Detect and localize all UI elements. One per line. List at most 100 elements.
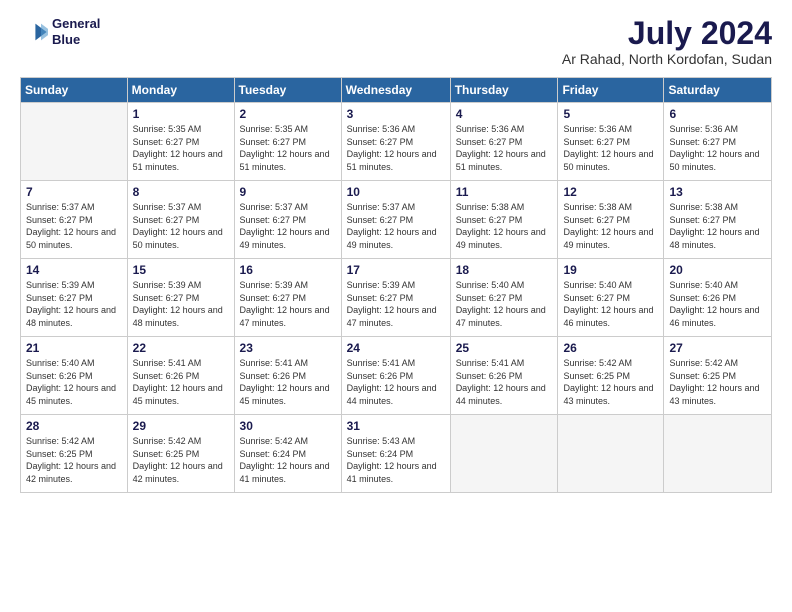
- calendar-cell: 8 Sunrise: 5:37 AMSunset: 6:27 PMDaylight…: [127, 181, 234, 259]
- sunrise-label: Sunrise: 5:39 AM: [240, 280, 309, 290]
- calendar-table: SundayMondayTuesdayWednesdayThursdayFrid…: [20, 77, 772, 493]
- day-number: 26: [563, 341, 658, 355]
- sunset-label: Sunset: 6:27 PM: [26, 215, 93, 225]
- sunrise-label: Sunrise: 5:35 AM: [240, 124, 309, 134]
- daylight-label: Daylight: 12 hours and 42 minutes.: [26, 461, 116, 484]
- calendar-cell: 10Sunrise: 5:37 AMSunset: 6:27 PMDayligh…: [341, 181, 450, 259]
- sunset-label: Sunset: 6:27 PM: [133, 137, 200, 147]
- sunset-label: Sunset: 6:27 PM: [563, 137, 630, 147]
- day-number: 8: [133, 185, 229, 199]
- calendar-cell: 15Sunrise: 5:39 AMSunset: 6:27 PMDayligh…: [127, 259, 234, 337]
- day-number: 21: [26, 341, 122, 355]
- sunrise-label: Sunrise: 5:42 AM: [26, 436, 95, 446]
- sunrise-label: Sunrise: 5:41 AM: [347, 358, 416, 368]
- day-info: Sunrise: 5:38 AMSunset: 6:27 PMDaylight:…: [456, 201, 553, 251]
- sunset-label: Sunset: 6:26 PM: [456, 371, 523, 381]
- day-number: 1: [133, 107, 229, 121]
- day-number: 28: [26, 419, 122, 433]
- sunrise-label: Sunrise: 5:42 AM: [669, 358, 738, 368]
- sunrise-label: Sunrise: 5:36 AM: [347, 124, 416, 134]
- sunrise-label: Sunrise: 5:37 AM: [26, 202, 95, 212]
- sunset-label: Sunset: 6:25 PM: [669, 371, 736, 381]
- sunset-label: Sunset: 6:27 PM: [669, 215, 736, 225]
- sunrise-label: Sunrise: 5:42 AM: [133, 436, 202, 446]
- calendar-cell: 4Sunrise: 5:36 AMSunset: 6:27 PMDaylight…: [450, 103, 558, 181]
- sunrise-label: Sunrise: 5:38 AM: [456, 202, 525, 212]
- col-header-wednesday: Wednesday: [341, 78, 450, 103]
- calendar-cell: 9Sunrise: 5:37 AMSunset: 6:27 PMDaylight…: [234, 181, 341, 259]
- day-info: Sunrise: 5:42 AM Sunset: 6:25 PM Daylight:…: [26, 435, 122, 485]
- sunrise-label: Sunrise: 5:42 AM: [563, 358, 632, 368]
- calendar-cell: 29 Sunrise: 5:42 AM Sunset: 6:25 PM Dayligh…: [127, 415, 234, 493]
- calendar-cell: 25Sunrise: 5:41 AMSunset: 6:26 PMDayligh…: [450, 337, 558, 415]
- calendar-cell: 1 Sunrise: 5:35 AMSunset: 6:27 PMDaylight…: [127, 103, 234, 181]
- sunrise-label: Sunrise: 5:39 AM: [347, 280, 416, 290]
- day-info: Sunrise: 5:41 AMSunset: 6:26 PMDaylight:…: [133, 357, 229, 407]
- day-info: Sunrise: 5:39 AM Sunset: 6:27 PM Daylight:…: [240, 279, 336, 329]
- sunset-label: Sunset: 6:25 PM: [26, 449, 93, 459]
- sunrise-label: Sunrise: 5:40 AM: [669, 280, 738, 290]
- sunrise-label: Sunrise: 5:37 AM: [133, 202, 202, 212]
- calendar-cell: 7Sunrise: 5:37 AMSunset: 6:27 PMDaylight…: [21, 181, 128, 259]
- day-number: 30: [240, 419, 336, 433]
- daylight-label: Daylight: 12 hours and 42 minutes.: [133, 461, 223, 484]
- calendar-header-row: SundayMondayTuesdayWednesdayThursdayFrid…: [21, 78, 772, 103]
- day-info: Sunrise: 5:36 AMSunset: 6:27 PMDaylight:…: [669, 123, 766, 173]
- sunrise-label: Sunrise: 5:40 AM: [456, 280, 525, 290]
- calendar-cell: 24Sunrise: 5:41 AMSunset: 6:26 PMDayligh…: [341, 337, 450, 415]
- col-header-friday: Friday: [558, 78, 664, 103]
- calendar-cell: 11Sunrise: 5:38 AMSunset: 6:27 PMDayligh…: [450, 181, 558, 259]
- day-number: 12: [563, 185, 658, 199]
- day-info: Sunrise: 5:39 AMSunset: 6:27 PMDaylight:…: [26, 279, 122, 329]
- sunset-label: Sunset: 6:26 PM: [347, 371, 414, 381]
- calendar-cell: 18Sunrise: 5:40 AMSunset: 6:27 PMDayligh…: [450, 259, 558, 337]
- sunrise-label: Sunrise: 5:38 AM: [563, 202, 632, 212]
- day-info: Sunrise: 5:40 AMSunset: 6:26 PMDaylight:…: [26, 357, 122, 407]
- logo: General Blue: [20, 16, 100, 47]
- sunset-label: Sunset: 6:26 PM: [133, 371, 200, 381]
- sunset-label: Sunset: 6:27 PM: [26, 293, 93, 303]
- sunset-label: Sunset: 6:26 PM: [240, 371, 307, 381]
- sunset-label: Sunset: 6:27 PM: [240, 293, 307, 303]
- calendar-cell: 2Sunrise: 5:35 AMSunset: 6:27 PMDaylight…: [234, 103, 341, 181]
- sunrise-label: Sunrise: 5:43 AM: [347, 436, 416, 446]
- day-number: 4: [456, 107, 553, 121]
- calendar-cell: 23Sunrise: 5:41 AMSunset: 6:26 PMDayligh…: [234, 337, 341, 415]
- day-info: Sunrise: 5:35 AMSunset: 6:27 PMDaylight:…: [133, 123, 229, 173]
- sunrise-label: Sunrise: 5:38 AM: [669, 202, 738, 212]
- calendar-cell: 16Sunrise: 5:39 AMSunset: 6:27 PMDayligh…: [234, 259, 341, 337]
- day-number: 29: [133, 419, 229, 433]
- logo-text: General Blue: [52, 16, 100, 47]
- daylight-label: Daylight: 12 hours and 51 minutes.: [347, 149, 437, 172]
- sunset-label: Sunset: 6:27 PM: [456, 215, 523, 225]
- col-header-sunday: Sunday: [21, 78, 128, 103]
- day-info: Sunrise: 5:37 AMSunset: 6:27 PMDaylight:…: [347, 201, 445, 251]
- sunset-label: Sunset: 6:27 PM: [347, 137, 414, 147]
- calendar-cell: 27Sunrise: 5:42 AMSunset: 6:25 PMDayligh…: [664, 337, 772, 415]
- subtitle: Ar Rahad, North Kordofan, Sudan: [562, 51, 772, 67]
- sunrise-label: Sunrise: 5:40 AM: [26, 358, 95, 368]
- sunrise-label: Sunrise: 5:39 AM: [133, 280, 202, 290]
- title-block: July 2024 Ar Rahad, North Kordofan, Suda…: [562, 16, 772, 67]
- sunset-label: Sunset: 6:27 PM: [669, 137, 736, 147]
- day-info: Sunrise: 5:38 AMSunset: 6:27 PMDaylight:…: [669, 201, 766, 251]
- day-number: 22: [133, 341, 229, 355]
- daylight-label: Daylight: 12 hours and 51 minutes.: [133, 149, 223, 172]
- day-number: 6: [669, 107, 766, 121]
- sunset-label: Sunset: 6:25 PM: [563, 371, 630, 381]
- sunset-label: Sunset: 6:25 PM: [133, 449, 200, 459]
- sunset-label: Sunset: 6:27 PM: [347, 293, 414, 303]
- daylight-label: Daylight: 12 hours and 51 minutes.: [456, 149, 546, 172]
- calendar-cell: 28 Sunrise: 5:42 AM Sunset: 6:25 PM Dayligh…: [21, 415, 128, 493]
- logo-line1: General: [52, 16, 100, 32]
- calendar-cell: 30Sunrise: 5:42 AMSunset: 6:24 PMDayligh…: [234, 415, 341, 493]
- day-info: Sunrise: 5:37 AMSunset: 6:27 PMDaylight:…: [133, 201, 229, 251]
- daylight-label: Daylight: 12 hours and 47 minutes.: [240, 305, 330, 328]
- sunrise-label: Sunrise: 5:36 AM: [563, 124, 632, 134]
- sunset-label: Sunset: 6:27 PM: [563, 215, 630, 225]
- day-info: Sunrise: 5:36 AMSunset: 6:27 PMDaylight:…: [563, 123, 658, 173]
- sunset-label: Sunset: 6:27 PM: [240, 215, 307, 225]
- day-number: 13: [669, 185, 766, 199]
- calendar-cell: 31Sunrise: 5:43 AMSunset: 6:24 PMDayligh…: [341, 415, 450, 493]
- daylight-label: Daylight: 12 hours and 50 minutes.: [669, 149, 759, 172]
